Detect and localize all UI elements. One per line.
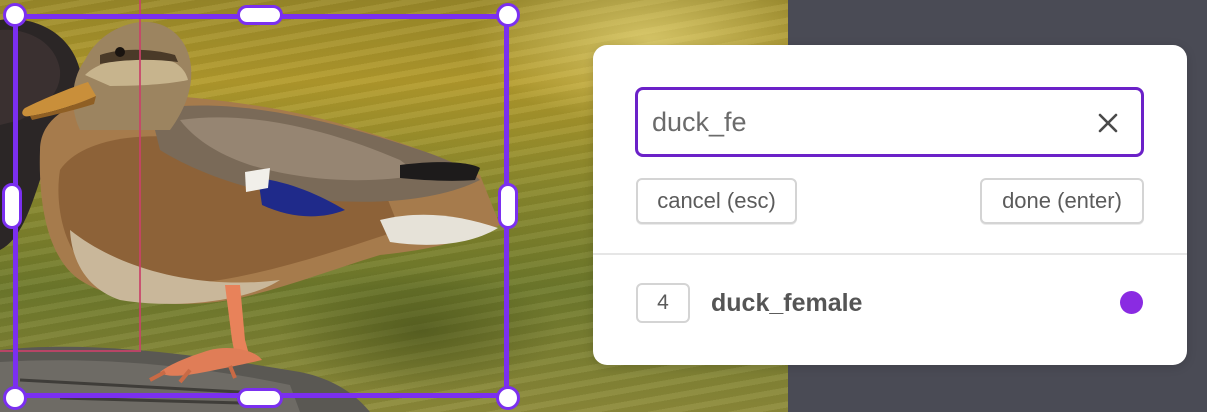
label-popup: cancel (esc) done (enter) 4 duck_female [593,45,1187,365]
close-x-icon[interactable] [1097,112,1119,134]
cancel-button[interactable]: cancel (esc) [636,178,797,224]
resize-handle-left[interactable] [2,183,22,229]
resize-handle-top[interactable] [237,5,283,25]
done-button[interactable]: done (enter) [980,178,1144,224]
selection-bounding-box[interactable] [13,14,509,398]
resize-handle-bottom-left[interactable] [3,386,27,410]
annotation-workspace: cancel (esc) done (enter) 4 duck_female [0,0,1207,412]
resize-handle-right[interactable] [498,183,518,229]
resize-handle-bottom[interactable] [237,388,283,408]
label-option-name: duck_female [711,289,863,317]
divider [593,253,1187,255]
label-search-field[interactable] [635,87,1144,157]
label-option-duck-female[interactable]: 4 duck_female [593,271,1187,335]
resize-handle-top-right[interactable] [496,3,520,27]
resize-handle-bottom-right[interactable] [496,386,520,410]
resize-handle-top-left[interactable] [3,3,27,27]
hotkey-badge: 4 [636,283,690,323]
label-search-input[interactable] [652,100,1072,144]
label-color-dot [1120,291,1143,314]
